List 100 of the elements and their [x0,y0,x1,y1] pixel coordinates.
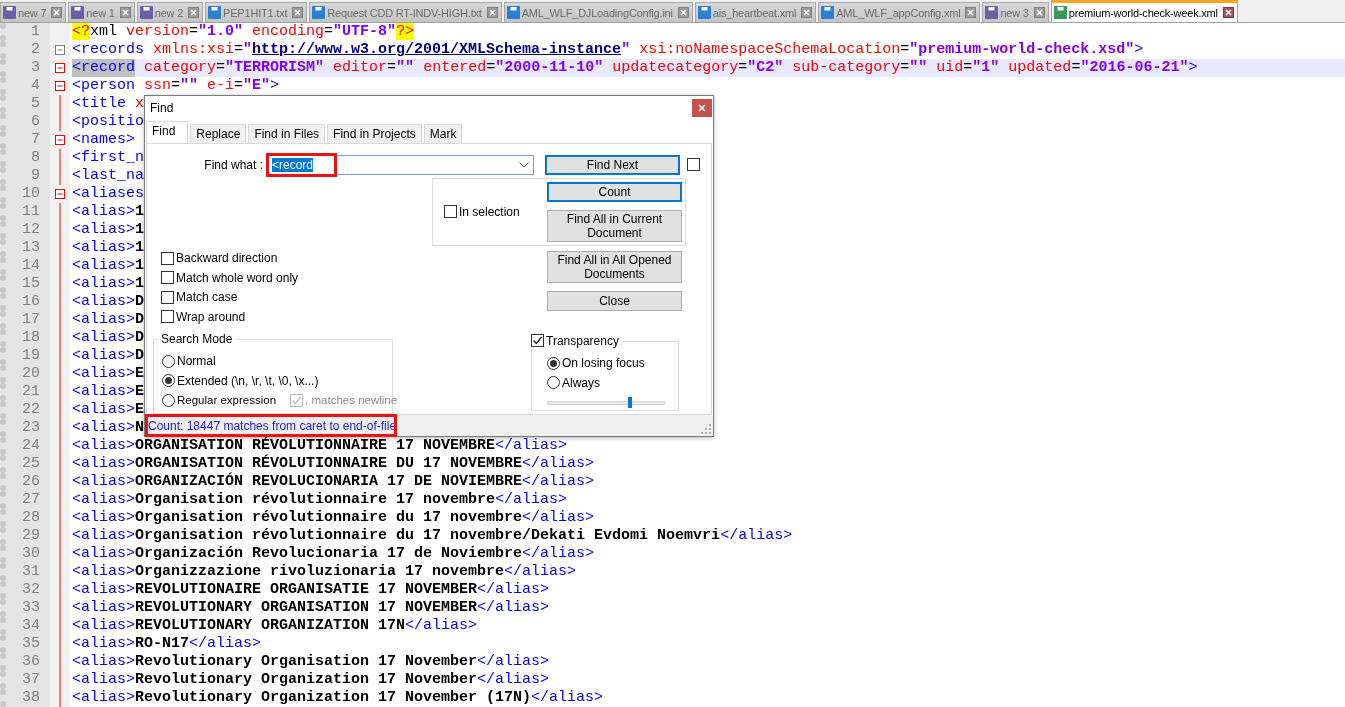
collapse-icon[interactable] [55,135,65,145]
collapse-icon[interactable] [55,81,65,91]
radio-label: Normal [177,354,216,369]
file-tab[interactable]: AML_WLF_DJLoadingConfig.ini [503,2,693,22]
close-icon[interactable] [965,7,977,18]
radio-button[interactable] [547,376,560,390]
resize-grip-icon[interactable] [701,424,711,434]
line-number: 10 [0,185,50,203]
code-line: <alias>Revolutionary Organisation 17 November</alias> [72,653,550,671]
line-number: 30 [0,545,50,563]
code-line: <alias>E [72,365,145,383]
line-number: 12 [0,221,50,239]
line-number: 18 [0,329,50,347]
checkbox[interactable] [161,310,174,324]
dialog-tab[interactable]: Find in Files [248,123,326,143]
close-icon[interactable] [188,7,200,18]
radio-label: Regular expression [177,394,277,407]
code-line: <records xmlns:xsi="http://www.w3.org/2001/XMLSchema-instance" xsi:noNamespaceSchemaLocation="premium-world-check.xsd"> [72,41,1144,59]
file-tab[interactable]: ais_heartbeat.xml [694,2,817,22]
dialog-button[interactable]: Close [547,290,682,311]
radio-button[interactable] [162,374,175,388]
checkbox[interactable] [161,271,174,285]
line-number: 22 [0,401,50,419]
line-number: 13 [0,239,50,257]
file-tab[interactable]: premium-world-check-week.xml [1050,0,1238,22]
file-tab[interactable]: new 7 [0,2,67,22]
selected-text: <record [72,59,135,77]
file-tab[interactable]: new 2 [136,2,204,22]
line-number: 3 [0,59,50,77]
line-number: 9 [0,167,50,185]
line-number: 28 [0,509,50,527]
slider-track[interactable] [547,400,665,405]
checkbox[interactable] [687,158,700,172]
close-icon[interactable] [1033,7,1045,18]
checkbox-label: . matches newline [305,394,398,407]
close-icon[interactable] [677,7,689,18]
code-line: <alias>1 [72,257,145,275]
file-tab[interactable]: new 3 [982,2,1049,22]
file-tab[interactable]: Request CDD RT-INDV-HIGH.txt [309,2,502,22]
line-number: 1 [0,23,50,41]
group-title: Search Mode [158,331,236,346]
radio-button[interactable] [547,357,560,370]
line-number: 15 [0,275,50,293]
code-line: <alias>REVOLUTIONARY ORGANIZATION 17N</alias> [72,617,478,635]
dialog-tab[interactable]: Replace [190,123,247,143]
dialog-button[interactable]: Find All in All Opened Documents [547,250,682,283]
file-tab[interactable]: PEP1HIT1.txt [205,2,308,22]
dialog-button[interactable]: Find All in Current Document [547,209,682,242]
collapse-icon[interactable] [55,45,65,55]
radio-label: Always [562,376,600,390]
close-icon[interactable] [51,7,63,18]
dialog-button[interactable]: Find Next [545,154,680,175]
checkbox[interactable] [161,291,174,304]
code-line: <aliases [72,185,144,203]
code-line: <person ssn="" e-i="E"> [72,77,280,95]
file-tab[interactable]: new 1 [68,2,135,22]
line-number: 6 [0,113,50,131]
collapse-icon[interactable] [55,63,65,73]
dialog-tab[interactable]: Find in Projects [327,123,422,143]
line-number: 19 [0,347,50,365]
checkbox[interactable] [531,334,544,348]
code-line: <alias>D [72,293,145,311]
code-line: <alias>Organización Revolucionaria 17 de Noviembre</alias> [72,545,595,563]
code-line: <alias>1 [72,203,145,221]
line-number: 34 [0,617,50,635]
line-number: 20 [0,365,50,383]
code-line: <alias>N [72,419,145,437]
checkbox[interactable] [161,252,174,265]
close-icon[interactable] [486,7,498,18]
close-icon[interactable] [119,7,131,18]
dialog-tab[interactable]: Mark [423,123,463,143]
code-line: <positio [72,113,144,131]
code-line: <alias>REVOLUTIONAIRE ORGANISATIE 17 NOVEMBER</alias> [72,581,550,599]
close-button[interactable] [692,98,712,117]
code-line: <names> [72,131,135,149]
code-line: <alias>Revolutionary Organization 17 November</alias> [72,671,550,689]
code-line: <alias>ORGANIZACIÓN REVOLUCIONARIA 17 DE NOVIEMBRE</alias> [72,473,595,491]
checkbox-label: Backward direction [176,251,278,266]
close-icon[interactable] [801,7,813,18]
line-number: 7 [0,131,50,149]
dialog-title: Find [150,100,174,115]
dialog-button[interactable]: Count [547,181,682,202]
close-icon[interactable] [1222,7,1234,18]
checkbox-label: In selection [459,204,520,219]
file-tab[interactable]: AML_WLF_appConfig.xml [818,2,981,22]
code-line: <alias>Organisation révolutionnaire 17 novembre</alias> [72,491,568,509]
code-line: <alias>ORGANISATION RÉVOLUTIONNAIRE 17 NOVEMBRE</alias> [72,437,568,454]
slider-thumb[interactable] [628,396,633,408]
line-number: 33 [0,599,50,617]
code-line: <alias>D [72,347,145,365]
radio-button[interactable] [162,355,175,368]
close-icon[interactable] [292,7,304,18]
checkbox[interactable] [444,205,457,219]
collapse-icon[interactable] [55,189,65,199]
line-number: 8 [0,149,50,167]
dialog-tab[interactable]: Find [146,120,189,143]
radio-button[interactable] [162,394,175,407]
line-number: 25 [0,455,50,473]
field-label: Find what : [203,157,264,172]
dropdown-icon[interactable] [519,161,529,168]
